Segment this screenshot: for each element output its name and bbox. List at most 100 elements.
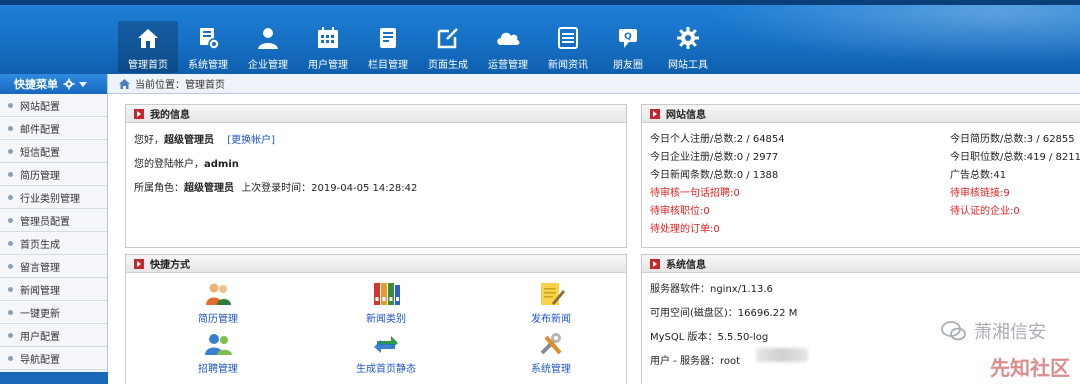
sidebar-item-user-config[interactable]: 用户配置 [0, 324, 107, 347]
sidebar-header[interactable]: 快捷菜单 [0, 74, 107, 94]
quick-label: 发布新闻 [531, 314, 571, 325]
stat-company-reg: 今日企业注册/总数:0 / 2977 [650, 152, 779, 163]
nav-home[interactable]: 管理首页 [118, 21, 178, 73]
quick-publish-news[interactable]: 发布新闻 [506, 281, 596, 325]
bullet-icon [8, 171, 13, 177]
quick-system[interactable]: 系统管理 [506, 331, 596, 375]
top-header: 管理首页 系统管理 企业管理 用户管理 栏目管理 页面生成 运营管理 新闻资讯 [0, 0, 1080, 74]
watermark-text: 萧湘信安 [974, 322, 1046, 343]
login-account: admin [204, 159, 239, 170]
edit-icon [437, 28, 458, 49]
quick-resume[interactable]: 简历管理 [173, 281, 263, 325]
nav-operations[interactable]: 运营管理 [478, 21, 538, 73]
arrow-icon [650, 108, 660, 119]
stat-resume: 今日简历数/总数:3 / 62855 [950, 134, 1075, 145]
stat-pending-company[interactable]: 待认证的企业:0 [950, 205, 1020, 219]
main-nav: 管理首页 系统管理 企业管理 用户管理 栏目管理 页面生成 运营管理 新闻资讯 [118, 21, 718, 73]
sidebar-item-admin-config[interactable]: 管理员配置 [0, 209, 107, 232]
nav-label: 运营管理 [488, 60, 528, 71]
nav-users[interactable]: 用户管理 [298, 21, 358, 73]
role-value: 超级管理员 [184, 183, 234, 194]
panel-title: 快捷方式 [126, 255, 626, 273]
nav-company[interactable]: 企业管理 [238, 21, 298, 73]
sidebar-item-site-config[interactable]: 网站配置 [0, 94, 107, 117]
nav-columns[interactable]: 栏目管理 [358, 21, 418, 73]
bullet-icon [8, 125, 13, 131]
arrow-icon [134, 258, 144, 269]
sidebar-item-nav-config[interactable]: 导航配置 [0, 347, 107, 370]
sidebar-item-sms-config[interactable]: 短信配置 [0, 140, 107, 163]
watermark: 萧湘信安 [940, 318, 1046, 344]
chevron-down-icon [79, 81, 87, 87]
quick-label: 生成首页静态 [356, 364, 416, 375]
nav-label: 系统管理 [188, 60, 228, 71]
sidebar-item-industry[interactable]: 行业类别管理 [0, 186, 107, 209]
stat-pending-job[interactable]: 待审核职位:0 [650, 205, 710, 219]
user-icon [258, 28, 278, 49]
arrow-icon [650, 258, 660, 269]
sidebar-item-label: 新闻管理 [20, 285, 60, 297]
redacted-area [756, 348, 808, 362]
bullet-icon [8, 286, 13, 292]
list-icon [558, 27, 578, 49]
quick-recruit[interactable]: 招聘管理 [173, 331, 263, 375]
sidebar-item-home-gen[interactable]: 首页生成 [0, 232, 107, 255]
stat-pending-links[interactable]: 待审核链接:9 [950, 187, 1010, 201]
last-login: 上次登录时间：2019-04-05 14:28:42 [241, 183, 418, 194]
quick-label: 简历管理 [198, 314, 238, 325]
panel-title: 系统信息 [642, 255, 1080, 273]
nav-label: 栏目管理 [368, 60, 408, 71]
panel-title-text: 网站信息 [666, 110, 706, 121]
nav-moments[interactable]: Q 朋友圈 [598, 21, 658, 73]
sidebar-item-news[interactable]: 新闻管理 [0, 278, 107, 301]
gear-icon [63, 78, 75, 90]
nav-label: 页面生成 [428, 60, 468, 71]
panel-title-text: 系统信息 [666, 260, 706, 271]
nav-label: 网站工具 [668, 60, 708, 71]
sidebar-item-label: 用户配置 [20, 331, 60, 343]
nav-label: 新闻资讯 [548, 60, 588, 71]
breadcrumb: 当前位置：管理首页 [108, 74, 1080, 94]
bullet-icon [8, 240, 13, 246]
sidebar-item-label: 行业类别管理 [20, 193, 80, 205]
stat-pending-recruit[interactable]: 待审核一句话招聘:0 [650, 187, 740, 201]
nav-news[interactable]: 新闻资讯 [538, 21, 598, 73]
quick-label: 系统管理 [531, 364, 571, 375]
sidebar-footer [0, 372, 108, 384]
watermark-community-text: 先知社区 [990, 356, 1070, 380]
sidebar-item-messages[interactable]: 留言管理 [0, 255, 107, 278]
bullet-icon [8, 355, 13, 361]
sidebar-item-label: 留言管理 [20, 262, 60, 274]
quick-label: 新闻类别 [366, 314, 406, 325]
bullet-icon [8, 194, 13, 200]
nav-label: 用户管理 [308, 60, 348, 71]
calendar-icon [318, 27, 338, 48]
sidebar-item-resume[interactable]: 简历管理 [0, 163, 107, 186]
nav-label: 企业管理 [248, 60, 288, 71]
site-info-panel: 网站信息 今日个人注册/总数:2 / 64854 今日企业注册/总数:0 / 2… [641, 104, 1080, 248]
nav-tools[interactable]: 网站工具 [658, 21, 718, 73]
arrow-icon [134, 108, 144, 119]
sidebar-item-label: 短信配置 [20, 147, 60, 159]
stat-pending-order[interactable]: 待处理的订单:0 [650, 223, 720, 237]
people-icon [206, 283, 231, 305]
users-icon [205, 334, 232, 355]
panel-title-text: 快捷方式 [150, 260, 190, 271]
switch-account-link[interactable]: [更换帐户] [227, 135, 275, 146]
nav-system[interactable]: 系统管理 [178, 21, 238, 73]
quick-news-category[interactable]: 新闻类别 [341, 281, 431, 325]
home-icon [119, 79, 130, 89]
stat-news: 今日新闻条数/总数:0 / 1388 [650, 170, 779, 181]
nav-label: 管理首页 [128, 60, 168, 71]
breadcrumb-text: 当前位置：管理首页 [135, 80, 225, 91]
sidebar-item-label: 网站配置 [20, 101, 60, 113]
sidebar-item-update[interactable]: 一键更新 [0, 301, 107, 324]
sidebar-item-mail-config[interactable]: 邮件配置 [0, 117, 107, 140]
nav-page-gen[interactable]: 页面生成 [418, 21, 478, 73]
bullet-icon [8, 217, 13, 223]
bullet-icon [8, 148, 13, 154]
chat-icon: Q [619, 29, 637, 48]
quick-generate-home[interactable]: 生成首页静态 [341, 331, 431, 375]
stat-jobs: 今日职位数/总数:419 / 8211 [950, 152, 1080, 163]
panel-title: 网站信息 [642, 105, 1080, 123]
